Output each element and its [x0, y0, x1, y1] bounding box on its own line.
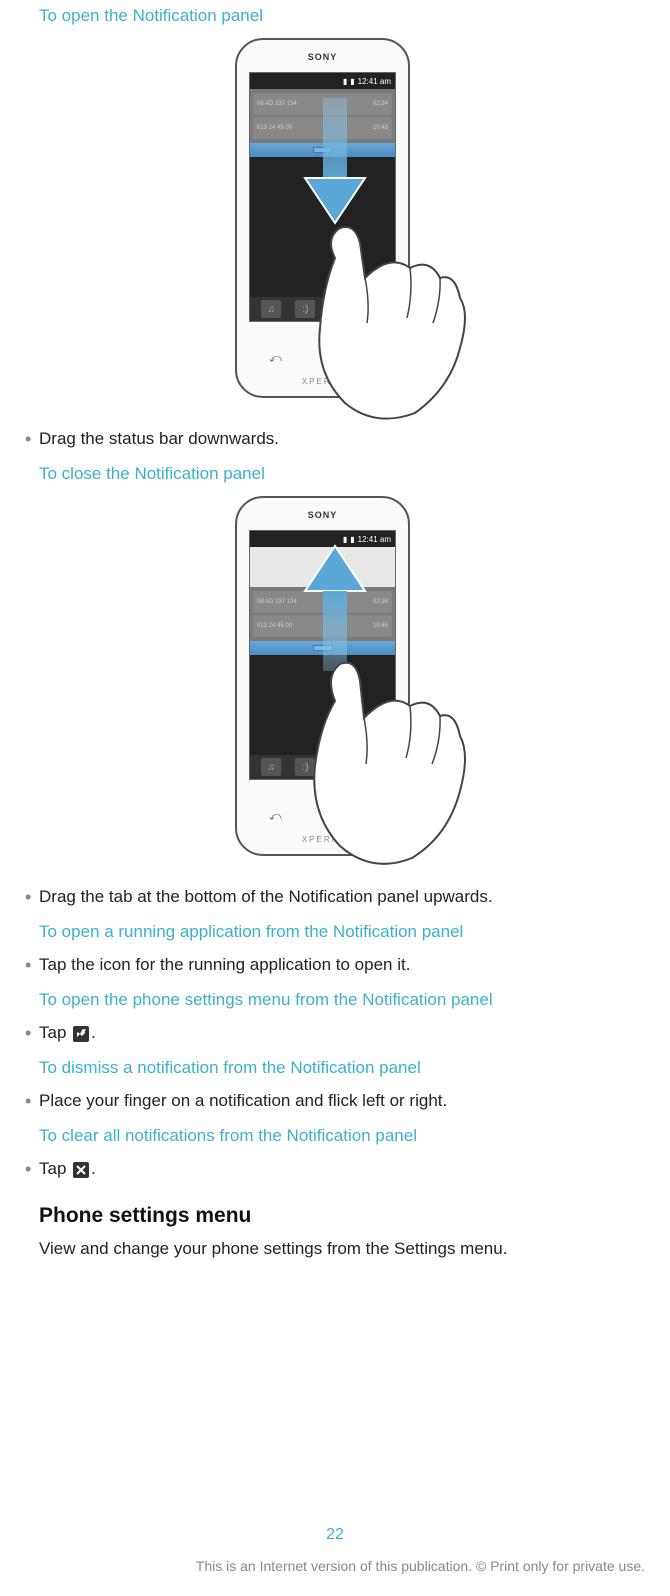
notification-drag-bar: [250, 143, 395, 157]
battery-icon: ▮: [350, 535, 354, 544]
phone-dock: ♫ :) ▦ ✆: [250, 755, 395, 779]
bullet-icon: •: [25, 428, 39, 450]
bullet-item: • Drag the status bar downwards.: [25, 428, 645, 450]
bullet-item: • Tap .: [25, 1022, 645, 1044]
home-icon: ⌂: [322, 809, 329, 824]
phone-nav-buttons: ⤺ ⌂ ≡: [249, 809, 396, 824]
apps-grid-icon: ▦: [330, 300, 350, 318]
heading-phone-settings-menu: Phone settings menu: [39, 1204, 645, 1228]
status-time: 12:41 am: [358, 77, 391, 86]
phone-dock: ♫ :) ▦ ✆: [250, 297, 395, 321]
heading-close-panel: To close the Notification panel: [39, 464, 645, 484]
back-icon: ⤺: [269, 351, 282, 366]
music-icon: ♫: [261, 758, 281, 776]
heading-open-panel: To open the Notification panel: [39, 6, 645, 26]
footer-copyright: This is an Internet version of this publ…: [196, 1558, 645, 1574]
illustration-drag-down: SONY ▮ ▮ 12:41 am 08 AD 237 134 02:24: [25, 38, 645, 408]
bullet-icon: •: [25, 1022, 39, 1044]
bullet-text: Drag the tab at the bottom of the Notifi…: [39, 886, 493, 908]
bullet-item: • Tap the icon for the running applicati…: [25, 954, 645, 976]
page-number: 22: [0, 1526, 670, 1544]
bullet-item: • Drag the tab at the bottom of the Noti…: [25, 886, 645, 908]
settings-body-text: View and change your phone settings from…: [39, 1238, 645, 1260]
phone-brand-label: SONY: [237, 510, 408, 520]
xperia-label: XPERIA: [237, 377, 408, 386]
close-box-icon: [73, 1162, 89, 1178]
bullet-item: • Place your finger on a notification an…: [25, 1090, 645, 1112]
notification-drag-bar: [250, 641, 395, 655]
status-time: 12:41 am: [358, 535, 391, 544]
bullet-icon: •: [25, 886, 39, 908]
home-icon: ⌂: [322, 351, 329, 366]
smile-icon: :): [295, 300, 315, 318]
bullet-text: Tap .: [39, 1158, 96, 1180]
bullet-icon: •: [25, 1158, 39, 1180]
phone-brand-label: SONY: [237, 52, 408, 62]
notification-row: 013 24 45 00 10:45: [253, 117, 392, 139]
heading-open-settings: To open the phone settings menu from the…: [39, 990, 645, 1010]
bullet-text: Drag the status bar downwards.: [39, 428, 279, 450]
phone-status-bar: ▮ ▮ 12:41 am: [250, 531, 395, 547]
bullet-text: Place your finger on a notification and …: [39, 1090, 447, 1112]
phone-icon: ✆: [364, 300, 384, 318]
xperia-label: XPERIA: [237, 835, 408, 844]
heading-clear-all: To clear all notifications from the Noti…: [39, 1126, 645, 1146]
signal-icon: ▮: [343, 77, 347, 86]
bullet-text: Tap .: [39, 1022, 96, 1044]
back-icon: ⤺: [269, 809, 282, 824]
phone-nav-buttons: ⤺ ⌂ ≡: [249, 351, 396, 366]
bullet-icon: •: [25, 954, 39, 976]
music-icon: ♫: [261, 300, 281, 318]
heading-open-running-app: To open a running application from the N…: [39, 922, 645, 942]
notification-row: 013 24 45 00 10:45: [253, 615, 392, 637]
phone-status-bar: ▮ ▮ 12:41 am: [250, 73, 395, 89]
bullet-item: • Tap .: [25, 1158, 645, 1180]
bullet-text: Tap the icon for the running application…: [39, 954, 410, 976]
menu-icon: ≡: [369, 351, 376, 366]
drag-handle-icon: [313, 645, 333, 651]
apps-grid-icon: ▦: [330, 758, 350, 776]
tools-icon: [73, 1026, 89, 1042]
notification-panel: 08 AD 237 134 02:24 013 24 45 00 10:45: [250, 89, 395, 143]
phone-icon: ✆: [364, 758, 384, 776]
smile-icon: :): [295, 758, 315, 776]
heading-dismiss-notification: To dismiss a notification from the Notif…: [39, 1058, 645, 1078]
signal-icon: ▮: [343, 535, 347, 544]
battery-icon: ▮: [350, 77, 354, 86]
notification-row: 08 AD 237 134 02:24: [253, 93, 392, 115]
bullet-icon: •: [25, 1090, 39, 1112]
menu-icon: ≡: [369, 809, 376, 824]
illustration-drag-up: SONY ▮ ▮ 12:41 am 08 AD 237 134 02:24: [25, 496, 645, 866]
drag-handle-icon: [313, 147, 333, 153]
notification-row: 08 AD 237 134 02:24: [253, 591, 392, 613]
notification-panel: 08 AD 237 134 02:24 013 24 45 00 10:45: [250, 587, 395, 641]
